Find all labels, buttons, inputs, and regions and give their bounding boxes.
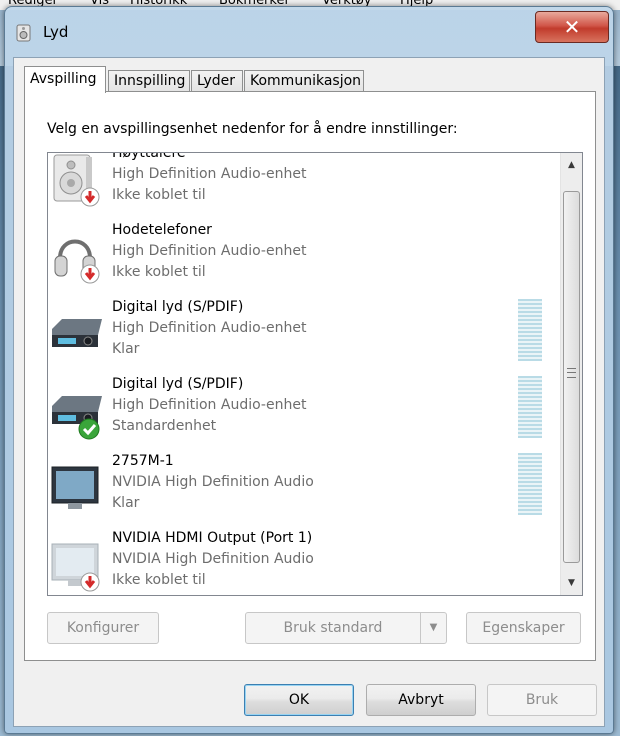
device-driver: High Definition Audio-enhet — [112, 243, 307, 259]
volume-meter — [518, 453, 542, 515]
apply-button[interactable]: Bruk — [487, 684, 597, 716]
volume-meter — [518, 299, 542, 361]
configure-button[interactable]: Konfigurer — [47, 612, 159, 644]
playback-panel: Velg en avspillingsenhet nedenfor for å … — [24, 91, 596, 661]
set-default-label: Bruk standard — [283, 620, 383, 636]
chevron-down-icon[interactable]: ▼ — [420, 613, 446, 643]
device-status: Ikke koblet til — [112, 572, 206, 588]
device-driver: High Definition Audio-enhet — [112, 320, 307, 336]
vertical-scrollbar[interactable]: ▲ ▼ — [560, 153, 582, 595]
ok-button[interactable]: OK — [244, 684, 354, 716]
sound-dialog: Lyd ✕ Avspilling Innspilling Lyder Kommu… — [4, 6, 614, 734]
scroll-up-arrow-icon[interactable]: ▲ — [561, 155, 582, 175]
device-name: Høyttalere — [112, 152, 186, 161]
cancel-button[interactable]: Avbryt — [366, 684, 476, 716]
disconnected-badge-icon — [80, 572, 100, 592]
device-status: Standardenhet — [112, 418, 217, 434]
disconnected-badge-icon — [80, 187, 100, 207]
list-item[interactable]: Digital lyd (S/PDIF) High Definition Aud… — [48, 299, 558, 376]
tab-recording[interactable]: Innspilling — [108, 70, 190, 92]
title-bar: Lyd ✕ — [5, 7, 613, 55]
list-item[interactable]: Digital lyd (S/PDIF) High Definition Aud… — [48, 376, 558, 453]
device-status: Klar — [112, 341, 140, 357]
list-item[interactable]: Hodetelefoner High Definition Audio-enhe… — [48, 222, 558, 299]
tab-sounds[interactable]: Lyder — [191, 70, 243, 92]
volume-meter — [518, 376, 542, 438]
dialog-client-area: Avspilling Innspilling Lyder Kommunikasj… — [13, 57, 605, 727]
list-item[interactable]: 2757M-1 NVIDIA High Definition Audio Kla… — [48, 453, 558, 530]
speaker-title-icon — [16, 24, 31, 42]
tab-communications[interactable]: Kommunikasjon — [244, 70, 364, 92]
list-item[interactable]: NVIDIA HDMI Output (Port 1) NVIDIA High … — [48, 530, 558, 595]
set-default-split-button[interactable]: Bruk standard ▼ — [245, 612, 447, 644]
receiver-icon — [52, 319, 102, 347]
default-check-badge-icon — [78, 418, 100, 440]
tab-playback[interactable]: Avspilling — [24, 66, 106, 93]
scrollbar-grip-icon — [567, 368, 576, 378]
device-list[interactable]: Høyttalere High Definition Audio-enhet I… — [47, 152, 583, 596]
instruction-text: Velg en avspillingsenhet nedenfor for å … — [47, 121, 458, 137]
device-status: Ikke koblet til — [112, 187, 206, 203]
device-status: Ikke koblet til — [112, 264, 206, 280]
device-status: Klar — [112, 495, 140, 511]
device-name: Digital lyd (S/PDIF) — [112, 299, 244, 315]
device-driver: NVIDIA High Definition Audio — [112, 551, 314, 567]
properties-button[interactable]: Egenskaper — [466, 612, 581, 644]
device-driver: NVIDIA High Definition Audio — [112, 474, 314, 490]
device-name: Digital lyd (S/PDIF) — [112, 376, 244, 392]
disconnected-badge-icon — [80, 264, 100, 284]
close-button[interactable]: ✕ — [535, 11, 609, 43]
window-title: Lyd — [43, 23, 69, 41]
device-driver: High Definition Audio-enhet — [112, 397, 307, 413]
device-driver: High Definition Audio-enhet — [112, 166, 307, 182]
monitor-icon — [51, 466, 99, 509]
device-name: NVIDIA HDMI Output (Port 1) — [112, 530, 313, 546]
scrollbar-thumb[interactable] — [563, 191, 580, 563]
device-name: Hodetelefoner — [112, 222, 212, 238]
scroll-down-arrow-icon[interactable]: ▼ — [561, 573, 582, 593]
device-name: 2757M-1 — [112, 453, 174, 469]
list-item[interactable]: Høyttalere High Definition Audio-enhet I… — [48, 152, 558, 222]
